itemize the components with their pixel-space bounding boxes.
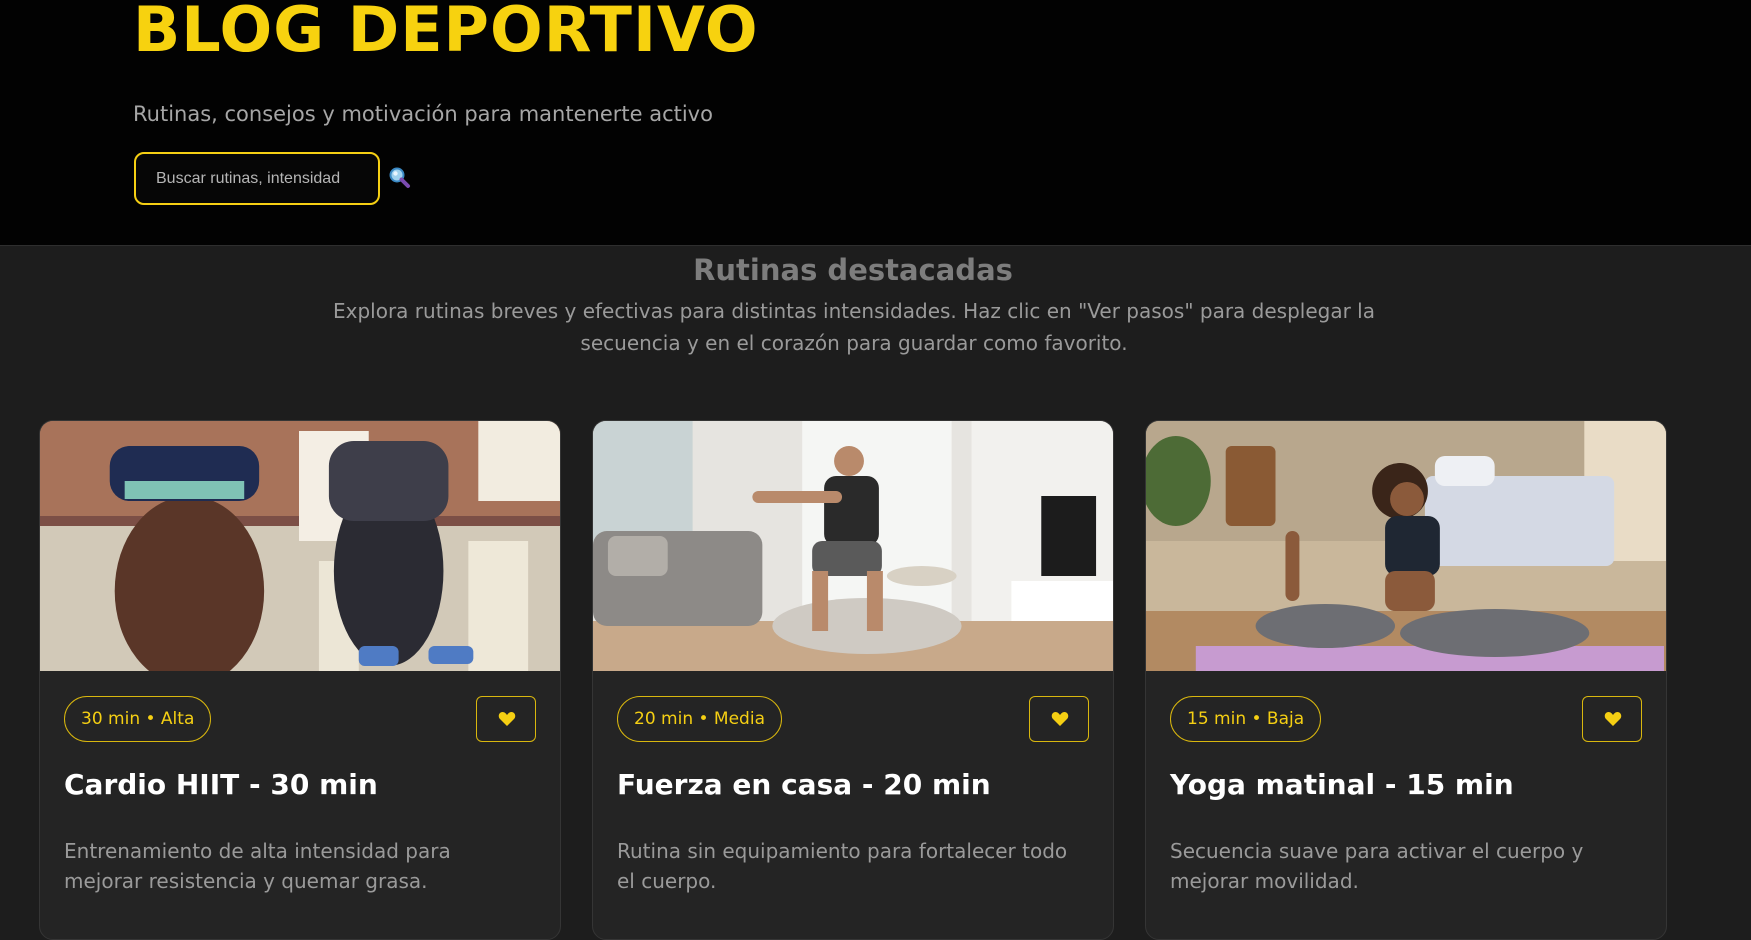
- routine-card: 15 min • Baja Yoga matinal - 15 min Secu…: [1145, 420, 1667, 940]
- routine-card-image: [593, 421, 1113, 671]
- routine-title: Fuerza en casa - 20 min: [617, 768, 991, 801]
- section-description: Explora rutinas breves y efectivas para …: [333, 299, 1375, 355]
- routine-card-image: [1146, 421, 1666, 671]
- routine-description: Rutina sin equipamiento para fortalecer …: [617, 839, 1068, 893]
- site-tagline: Rutinas, consejos y motivación para mant…: [133, 102, 713, 126]
- site-header: BLOG DEPORTIVO Rutinas, consejos y motiv…: [0, 0, 1751, 246]
- duration-intensity-badge: 30 min • Alta: [64, 696, 212, 742]
- heart-icon: [1604, 712, 1622, 726]
- heart-icon: [1051, 712, 1069, 726]
- routine-title: Cardio HIIT - 30 min: [64, 768, 378, 801]
- routine-title: Yoga matinal - 15 min: [1170, 768, 1514, 801]
- duration-intensity-badge: 15 min • Baja: [1170, 696, 1322, 742]
- favorite-button[interactable]: [1029, 696, 1089, 742]
- favorite-button[interactable]: [1582, 696, 1642, 742]
- routine-card: 20 min • Media Fuerza en casa - 20 min R…: [592, 420, 1114, 940]
- duration-intensity-badge: 20 min • Media: [617, 696, 782, 742]
- site-title: BLOG DEPORTIVO: [133, 0, 759, 66]
- section-title: Rutinas destacadas: [693, 253, 1013, 287]
- magnifying-glass-icon[interactable]: [388, 166, 412, 190]
- search-input[interactable]: [134, 152, 380, 205]
- routine-card: 30 min • Alta Cardio HIIT - 30 min Entre…: [39, 420, 561, 940]
- heart-icon: [498, 712, 516, 726]
- favorite-button[interactable]: [476, 696, 536, 742]
- routine-card-image: [40, 421, 560, 671]
- routine-description: Secuencia suave para activar el cuerpo y…: [1170, 839, 1584, 893]
- routine-description: Entrenamiento de alta intensidad para me…: [64, 839, 451, 893]
